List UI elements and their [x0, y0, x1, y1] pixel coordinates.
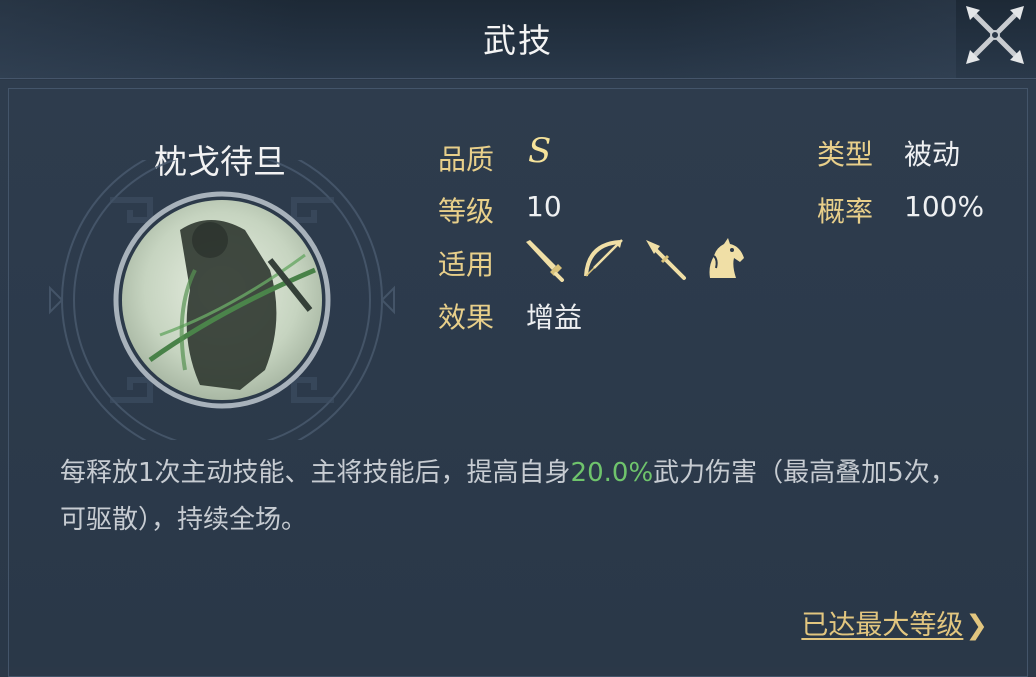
max-level-link[interactable]: 已达最大等级❯: [801, 603, 988, 642]
description-text-1: 每释放1次主动技能、主将技能后，提高自身: [60, 458, 571, 488]
effect-value: 增益: [526, 301, 583, 334]
max-level-label: 已达最大等级: [801, 610, 964, 641]
quality-label: 品质: [438, 143, 495, 176]
bow-icon: [584, 239, 623, 277]
level-label: 等级: [438, 195, 495, 228]
skill-portrait: [49, 160, 395, 440]
effect-label: 效果: [438, 301, 495, 334]
horse-icon: [709, 238, 744, 278]
level-value: 10: [526, 190, 562, 223]
skill-description: 每释放1次主动技能、主将技能后，提高自身20.0%武力伤害（最高叠加5次，可驱散…: [60, 450, 980, 544]
applies-label: 适用: [438, 248, 495, 281]
type-value: 被动: [904, 138, 961, 171]
page-title: 武技: [483, 21, 553, 60]
description-highlight: 20.0%: [570, 458, 654, 488]
close-icon[interactable]: [960, 0, 1030, 70]
chance-label: 概率: [817, 195, 874, 228]
sword-icon: [526, 240, 564, 282]
title-bar: 武技: [0, 0, 1036, 79]
chevron-right-icon: ❯: [965, 610, 988, 641]
quality-value: S: [528, 131, 552, 171]
type-label: 类型: [817, 138, 874, 171]
chance-value: 100%: [904, 190, 985, 223]
spear-icon: [646, 240, 686, 280]
